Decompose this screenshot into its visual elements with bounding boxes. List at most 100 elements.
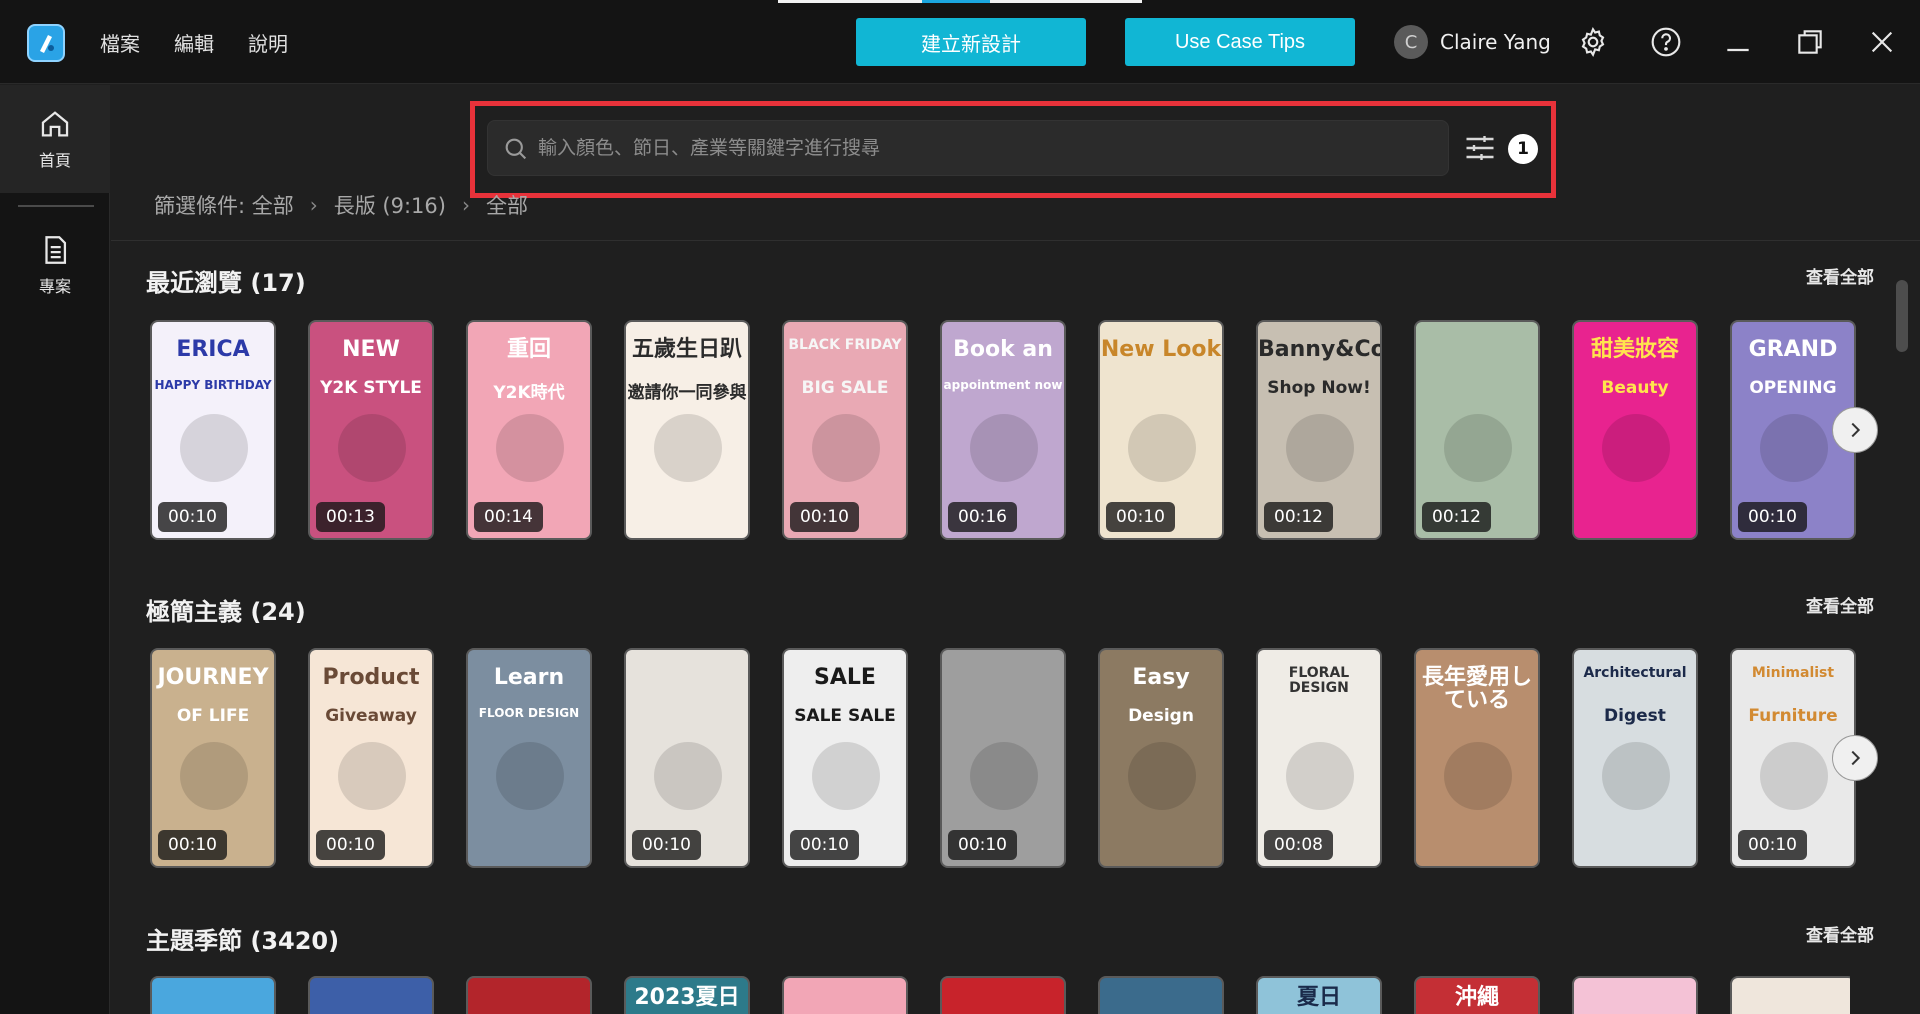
- template-card[interactable]: [1572, 976, 1698, 1014]
- minimize-icon[interactable]: [1720, 24, 1756, 60]
- template-card[interactable]: 00:10: [624, 648, 750, 868]
- template-card-title: New Look: [1100, 337, 1222, 362]
- template-card-subtitle: Y2K STYLE: [320, 378, 422, 398]
- template-card-image: [496, 414, 564, 482]
- template-card-image: [1444, 414, 1512, 482]
- template-card[interactable]: 長年愛用している: [1414, 648, 1540, 868]
- template-card[interactable]: 2023夏日: [624, 976, 750, 1014]
- template-card[interactable]: [308, 976, 434, 1014]
- gear-icon[interactable]: [1575, 24, 1611, 60]
- template-card[interactable]: 00:10: [940, 648, 1066, 868]
- user-account[interactable]: C Claire Yang: [1394, 24, 1551, 60]
- template-card-image: [338, 742, 406, 810]
- duration-badge: 00:10: [316, 830, 385, 860]
- filter-icon[interactable]: [1462, 130, 1498, 166]
- template-card[interactable]: Book an appointment now 00:16: [940, 320, 1066, 540]
- template-card-title: Easy: [1132, 665, 1190, 690]
- template-card-title: GRAND: [1748, 337, 1838, 362]
- template-card[interactable]: [150, 976, 276, 1014]
- template-card-image: [1128, 414, 1196, 482]
- template-card-title: Banny&Co: [1258, 337, 1382, 362]
- breadcrumb-all[interactable]: 全部: [486, 190, 528, 220]
- breadcrumb-filter[interactable]: 篩選條件: 全部: [154, 190, 294, 220]
- template-card[interactable]: [782, 976, 908, 1014]
- use-case-tips-button[interactable]: Use Case Tips: [1125, 18, 1355, 66]
- search-bar[interactable]: [487, 120, 1449, 176]
- template-card-subtitle: SALE SALE: [794, 706, 896, 726]
- template-card-subtitle: FLOOR DESIGN: [478, 706, 580, 720]
- sidebar-item-home[interactable]: 首頁: [0, 85, 110, 193]
- create-new-design-button[interactable]: 建立新設計: [856, 18, 1086, 66]
- duration-badge: 00:10: [158, 502, 227, 532]
- carousel-next-button[interactable]: [1832, 407, 1878, 453]
- view-all-minimalism-link[interactable]: 查看全部: [1806, 592, 1874, 617]
- template-card-image: [1444, 742, 1512, 810]
- template-row-minimalism: JOURNEY OF LIFE 00:10 Product Giveaway 00:10 L…: [150, 648, 1856, 868]
- template-card[interactable]: [466, 976, 592, 1014]
- template-card[interactable]: 夏日: [1256, 976, 1382, 1014]
- template-card[interactable]: Product Giveaway 00:10: [308, 648, 434, 868]
- menu-help[interactable]: 說明: [248, 28, 288, 57]
- close-icon[interactable]: [1864, 24, 1900, 60]
- template-card-title: FLORAL DESIGN: [1288, 665, 1350, 696]
- template-card-title: 沖繩: [1454, 985, 1499, 1010]
- divider: [111, 240, 1920, 241]
- search-icon: [505, 138, 527, 160]
- template-card[interactable]: 甜美妝容 Beauty: [1572, 320, 1698, 540]
- template-card-subtitle: Beauty: [1601, 378, 1669, 398]
- template-card[interactable]: BLACK FRIDAY BIG SALE 00:10: [782, 320, 908, 540]
- template-card-subtitle: BIG SALE: [801, 378, 889, 398]
- template-card[interactable]: NEW Y2K STYLE 00:13: [308, 320, 434, 540]
- template-card-image: [338, 414, 406, 482]
- breadcrumb-format[interactable]: 長版 (9:16): [334, 190, 446, 220]
- view-all-recent-link[interactable]: 查看全部: [1806, 263, 1874, 288]
- top-progress-stripe: [778, 0, 1142, 3]
- template-card[interactable]: Easy Design: [1098, 648, 1224, 868]
- template-card[interactable]: [1730, 976, 1850, 1014]
- chevron-right-icon: [1851, 750, 1861, 766]
- sidebar-divider: [18, 205, 94, 207]
- template-card[interactable]: 00:12: [1414, 320, 1540, 540]
- avatar: C: [1394, 25, 1428, 59]
- template-card[interactable]: SALE SALE SALE 00:10: [782, 648, 908, 868]
- view-all-seasonal-link[interactable]: 查看全部: [1806, 921, 1874, 946]
- template-card-subtitle: appointment now: [943, 378, 1063, 392]
- document-icon: [45, 236, 67, 264]
- template-card[interactable]: ERICA HAPPY BIRTHDAY 00:10: [150, 320, 276, 540]
- home-icon: [41, 111, 69, 137]
- restore-icon[interactable]: [1792, 24, 1828, 60]
- template-card-subtitle: Giveaway: [325, 706, 417, 726]
- template-card-subtitle: Digest: [1604, 706, 1666, 726]
- template-card[interactable]: Banny&Co Shop Now! 00:12: [1256, 320, 1382, 540]
- template-card-image: [1128, 742, 1196, 810]
- menu-file[interactable]: 檔案: [100, 28, 140, 57]
- template-card[interactable]: [940, 976, 1066, 1014]
- template-card[interactable]: 沖繩: [1414, 976, 1540, 1014]
- carousel-next-button[interactable]: [1832, 735, 1878, 781]
- template-card-subtitle: Y2K時代: [493, 383, 565, 403]
- template-card-title: Product: [322, 665, 420, 690]
- sidebar-item-projects[interactable]: 專案: [0, 211, 110, 319]
- template-card[interactable]: JOURNEY OF LIFE 00:10: [150, 648, 276, 868]
- section-title-seasonal: 主題季節 (3420): [146, 927, 340, 955]
- menu-edit[interactable]: 編輯: [174, 28, 214, 57]
- template-card-image: [654, 742, 722, 810]
- duration-badge: 00:10: [1738, 502, 1807, 532]
- template-card[interactable]: 重回 Y2K時代 00:14: [466, 320, 592, 540]
- section-title-minimalism: 極簡主義 (24): [146, 598, 306, 626]
- template-card[interactable]: New Look 00:10: [1098, 320, 1224, 540]
- template-card-image: [496, 742, 564, 810]
- help-icon[interactable]: [1648, 24, 1684, 60]
- template-card-image: [812, 742, 880, 810]
- template-card[interactable]: 五歲生日趴 邀請你一同參與: [624, 320, 750, 540]
- template-card[interactable]: FLORAL DESIGN 00:08: [1256, 648, 1382, 868]
- template-card[interactable]: [1098, 976, 1224, 1014]
- template-card-image: [1286, 414, 1354, 482]
- template-card-title: 2023夏日: [634, 985, 740, 1010]
- template-card[interactable]: Architectural Digest: [1572, 648, 1698, 868]
- template-card-title: NEW: [342, 337, 400, 362]
- template-card[interactable]: Learn FLOOR DESIGN: [466, 648, 592, 868]
- chevron-right-icon: [1851, 422, 1861, 438]
- scrollbar-thumb[interactable]: [1896, 280, 1908, 352]
- search-input[interactable]: [538, 121, 1418, 175]
